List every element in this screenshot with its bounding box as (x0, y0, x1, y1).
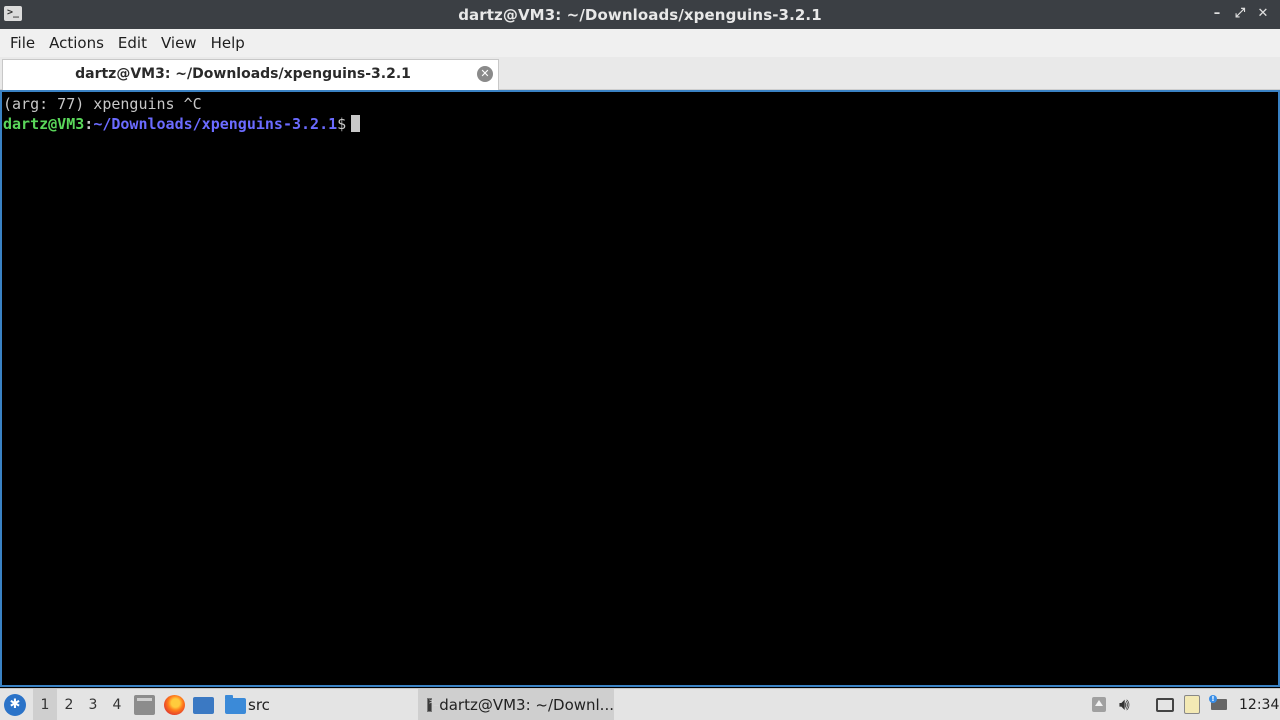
files-icon[interactable] (134, 695, 155, 715)
clipboard-icon[interactable] (1184, 695, 1200, 714)
taskbar: ✱ 1 2 3 4 src dartz@VM3: ~/Downl... 🔊︎ !… (0, 688, 1280, 720)
taskbar-task-terminal[interactable]: dartz@VM3: ~/Downl... (418, 689, 614, 720)
firefox-icon[interactable] (164, 695, 185, 715)
tab-bar: dartz@VM3: ~/Downloads/xpenguins-3.2.1 ✕ (0, 57, 1280, 90)
network-icon[interactable]: ! (1209, 695, 1229, 713)
menubar: File Actions Edit View Help (0, 29, 1280, 57)
minimize-button[interactable]: – (1210, 6, 1224, 22)
tray-expand-icon[interactable] (1092, 697, 1106, 712)
menu-edit[interactable]: Edit (111, 29, 154, 57)
text-cursor (351, 115, 361, 132)
terminal-output-line: (arg: 77) xpenguins ^C (3, 95, 202, 113)
window-titlebar[interactable]: >_ dartz@VM3: ~/Downloads/xpenguins-3.2.… (0, 0, 1280, 29)
start-menu-icon[interactable]: ✱ (4, 694, 26, 716)
maximize-button[interactable]: ⤢ (1233, 6, 1247, 22)
desktop-3-button[interactable]: 3 (81, 689, 105, 720)
terminal-prompt-line: dartz@VM3:~/Downloads/xpenguins-3.2.1$ (3, 114, 1277, 134)
terminal-view[interactable]: (arg: 77) xpenguins ^C dartz@VM3:~/Downl… (0, 90, 1280, 687)
volume-icon[interactable]: 🔊︎ (1119, 689, 1130, 720)
prompt-symbol: $ (337, 115, 347, 133)
tab-terminal[interactable]: dartz@VM3: ~/Downloads/xpenguins-3.2.1 ✕ (2, 59, 499, 90)
prompt-path: ~/Downloads/xpenguins-3.2.1 (93, 115, 338, 133)
screen-icon[interactable] (1156, 698, 1174, 712)
close-button[interactable]: ✕ (1256, 6, 1270, 22)
menu-file[interactable]: File (3, 29, 42, 57)
prompt-user-host: dartz@VM3 (3, 115, 85, 133)
folder-label[interactable]: src (248, 689, 270, 720)
prompt-separator: : (84, 115, 94, 133)
desktop-2-button[interactable]: 2 (57, 689, 81, 720)
terminal-icon (427, 697, 439, 712)
show-desktop-icon[interactable] (193, 697, 214, 714)
desktop-1-button[interactable]: 1 (33, 689, 57, 720)
menu-view[interactable]: View (154, 29, 204, 57)
task-label: dartz@VM3: ~/Downl... (439, 696, 614, 714)
folder-icon[interactable] (225, 695, 246, 714)
desktop-switcher: 1 2 3 4 (33, 689, 129, 720)
tab-label: dartz@VM3: ~/Downloads/xpenguins-3.2.1 (75, 66, 411, 82)
terminal-app-icon[interactable]: >_ (4, 6, 22, 21)
menu-help[interactable]: Help (204, 29, 252, 57)
menu-actions[interactable]: Actions (42, 29, 111, 57)
desktop-4-button[interactable]: 4 (105, 689, 129, 720)
window-title: dartz@VM3: ~/Downloads/xpenguins-3.2.1 (458, 5, 822, 24)
clock[interactable]: 12:34 (1239, 689, 1279, 720)
tab-close-icon[interactable]: ✕ (477, 66, 493, 82)
